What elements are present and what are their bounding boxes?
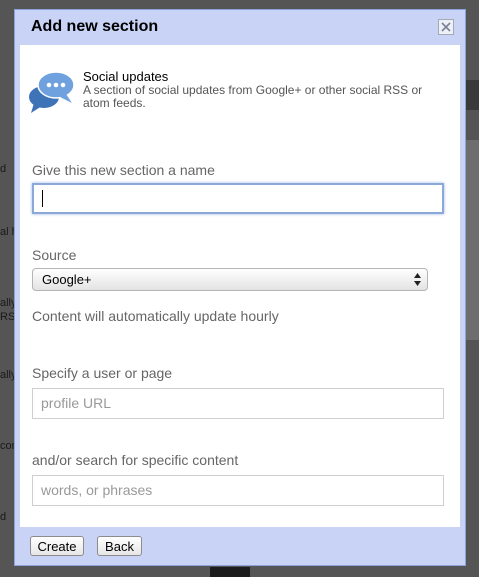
source-selected-value: Google+: [42, 272, 92, 287]
source-label: Source: [32, 247, 77, 263]
profile-url-input[interactable]: profile URL: [32, 388, 444, 419]
close-icon[interactable]: [438, 19, 454, 35]
create-button[interactable]: Create: [30, 536, 84, 556]
update-note: Content will automatically update hourly: [32, 308, 279, 324]
background-text: d: [0, 163, 7, 175]
speech-bubbles-icon: [28, 67, 78, 115]
select-arrows-icon: [414, 273, 421, 286]
dialog-title-bar: Add new section: [15, 10, 465, 45]
dialog-footer: Create Back: [15, 527, 465, 565]
search-label: and/or search for specific content: [32, 452, 239, 468]
section-type-description: A section of social updates from Google+…: [83, 83, 423, 110]
background-panel: [210, 567, 250, 577]
section-name-input[interactable]: [32, 183, 444, 214]
search-content-input[interactable]: words, or phrases: [32, 475, 444, 506]
add-section-dialog: Add new section Social updates A section…: [14, 9, 466, 566]
dialog-body: Social updates A section of social updat…: [20, 45, 460, 527]
section-name-label: Give this new section a name: [32, 162, 215, 178]
user-label: Specify a user or page: [32, 365, 173, 381]
search-content-placeholder: words, or phrases: [41, 482, 153, 498]
text-caret: [42, 190, 43, 207]
source-select[interactable]: Google+: [32, 268, 428, 291]
section-type-title: Social updates: [83, 69, 169, 84]
dialog-title: Add new section: [31, 18, 159, 35]
back-button[interactable]: Back: [97, 536, 142, 556]
background-text: d: [0, 511, 7, 523]
profile-url-placeholder: profile URL: [41, 395, 112, 411]
